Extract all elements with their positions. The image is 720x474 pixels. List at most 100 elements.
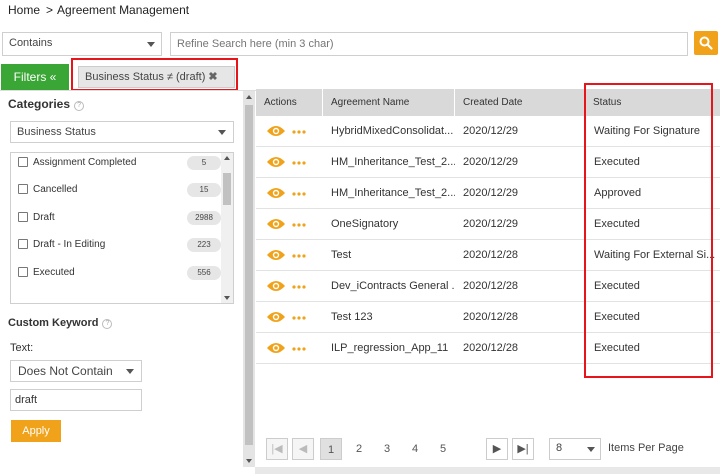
search-input[interactable] [170, 32, 688, 56]
checkbox[interactable] [18, 239, 28, 249]
more-dots-icon[interactable] [292, 223, 306, 227]
text-label: Text: [10, 342, 34, 354]
more-dots-icon[interactable] [292, 347, 306, 351]
column-header-actions: Actions [256, 89, 323, 116]
created-date-cell: 2020/12/28 [463, 249, 519, 261]
page-5-button[interactable]: 5 [432, 438, 454, 460]
scrollbar-thumb[interactable] [245, 105, 253, 445]
apply-button[interactable]: Apply [11, 420, 61, 442]
category-option-draft-in-editing[interactable]: Draft - In Editing 223 [11, 235, 221, 257]
status-column-highlight-box [584, 83, 713, 378]
chevron-down-icon [126, 369, 134, 374]
count-badge: 5 [187, 156, 221, 170]
page-2-button[interactable]: 2 [348, 438, 370, 460]
search-button[interactable] [694, 31, 718, 55]
checkbox[interactable] [18, 157, 28, 167]
eye-icon[interactable] [266, 186, 286, 200]
category-option-executed[interactable]: Executed 556 [11, 263, 221, 285]
category-option-assignment-completed[interactable]: Assignment Completed 5 [11, 153, 221, 175]
category-option-label: Assignment Completed [33, 157, 137, 168]
chevron-down-icon [587, 447, 595, 452]
help-icon[interactable]: ? [102, 319, 113, 329]
items-per-page-label: Items Per Page [608, 442, 684, 454]
keyword-operator-select[interactable]: Does Not Contain [10, 360, 142, 382]
page-3-button[interactable]: 3 [376, 438, 398, 460]
more-dots-icon[interactable] [292, 161, 306, 165]
previous-page-button[interactable]: ◀ [292, 438, 314, 460]
scrollbar-thumb[interactable] [223, 173, 231, 205]
eye-icon[interactable] [266, 341, 286, 355]
category-option-draft[interactable]: Draft 2988 [11, 208, 221, 230]
agreement-name-cell[interactable]: HybridMixedConsolidat... [331, 116, 455, 147]
items-per-page-select[interactable]: 8 [549, 438, 601, 460]
breadcrumb: Home > Agreement Management [8, 3, 189, 17]
agreement-name-cell[interactable]: HM_Inheritance_Test_2... [331, 147, 455, 178]
column-header-agreement-name[interactable]: Agreement Name [323, 89, 455, 116]
more-dots-icon[interactable] [292, 285, 306, 289]
page-4-button[interactable]: 4 [404, 438, 426, 460]
created-date-cell: 2020/12/28 [463, 311, 519, 323]
search-scope-select[interactable]: Contains [2, 32, 162, 56]
category-list-scrollbar[interactable] [221, 153, 233, 303]
count-badge: 556 [187, 266, 221, 280]
filter-panel: Categories? Business Status Assignment C… [0, 91, 243, 474]
agreement-name-cell[interactable]: Dev_iContracts General ... [331, 271, 455, 302]
agreement-name-cell[interactable]: Test [331, 240, 455, 271]
page-1-button[interactable]: 1 [320, 438, 342, 460]
created-date-cell: 2020/12/29 [463, 187, 519, 199]
agreement-name-cell[interactable]: HM_Inheritance_Test_2... [331, 178, 455, 209]
eye-icon[interactable] [266, 310, 286, 324]
more-dots-icon[interactable] [292, 192, 306, 196]
keyword-input[interactable] [10, 389, 142, 411]
eye-icon[interactable] [266, 217, 286, 231]
next-page-button[interactable]: ▶ [486, 438, 508, 460]
count-badge: 2988 [187, 211, 221, 225]
first-page-button[interactable]: |◀ [266, 438, 288, 460]
breadcrumb-home[interactable]: Home [8, 3, 40, 17]
column-header-created-date[interactable]: Created Date [455, 89, 585, 116]
created-date-cell: 2020/12/29 [463, 125, 519, 137]
last-page-button[interactable]: ▶| [512, 438, 534, 460]
agreement-name-cell[interactable]: Test 123 [331, 302, 455, 333]
created-date-cell: 2020/12/29 [463, 218, 519, 230]
category-option-cancelled[interactable]: Cancelled 15 [11, 180, 221, 202]
checkbox[interactable] [18, 184, 28, 194]
main-vertical-scrollbar[interactable] [243, 91, 255, 467]
more-dots-icon[interactable] [292, 254, 306, 258]
breadcrumb-separator: > [46, 3, 54, 17]
more-dots-icon[interactable] [292, 130, 306, 134]
pagination: |◀ ◀ 1 2 3 4 5 ▶ ▶| 8 Items Per Page [256, 430, 720, 466]
items-per-page-value: 8 [556, 442, 563, 454]
agreement-name-cell[interactable]: ILP_regression_App_11 [331, 333, 455, 364]
agreement-name-cell[interactable]: OneSignatory [331, 209, 455, 240]
keyword-operator-value: Does Not Contain [18, 364, 113, 378]
help-icon[interactable]: ? [74, 101, 85, 111]
category-option-label: Executed [33, 267, 75, 278]
filters-toggle-button[interactable]: Filters « [1, 64, 69, 90]
chevron-down-icon [147, 42, 155, 47]
breadcrumb-current: Agreement Management [57, 3, 190, 17]
scroll-up-icon[interactable] [246, 95, 252, 99]
checkbox[interactable] [18, 212, 28, 222]
scroll-down-icon[interactable] [246, 459, 252, 463]
category-option-label: Draft [33, 212, 55, 223]
scroll-up-icon[interactable] [224, 156, 230, 160]
search-scope-value: Contains [9, 37, 53, 49]
scroll-down-icon[interactable] [224, 296, 230, 300]
eye-icon[interactable] [266, 248, 286, 262]
checkbox[interactable] [18, 267, 28, 277]
more-dots-icon[interactable] [292, 316, 306, 320]
main-horizontal-scrollbar[interactable] [255, 467, 720, 474]
custom-keyword-title: Custom Keyword? [8, 317, 113, 329]
category-select-value: Business Status [17, 126, 96, 138]
eye-icon[interactable] [266, 155, 286, 169]
count-badge: 223 [187, 238, 221, 252]
category-options-list: Assignment Completed 5 Cancelled 15 Draf… [10, 152, 234, 304]
created-date-cell: 2020/12/28 [463, 342, 519, 354]
eye-icon[interactable] [266, 279, 286, 293]
category-select[interactable]: Business Status [10, 121, 234, 143]
eye-icon[interactable] [266, 124, 286, 138]
created-date-cell: 2020/12/28 [463, 280, 519, 292]
categories-title-text: Categories [8, 97, 71, 111]
custom-keyword-title-text: Custom Keyword [8, 317, 99, 329]
